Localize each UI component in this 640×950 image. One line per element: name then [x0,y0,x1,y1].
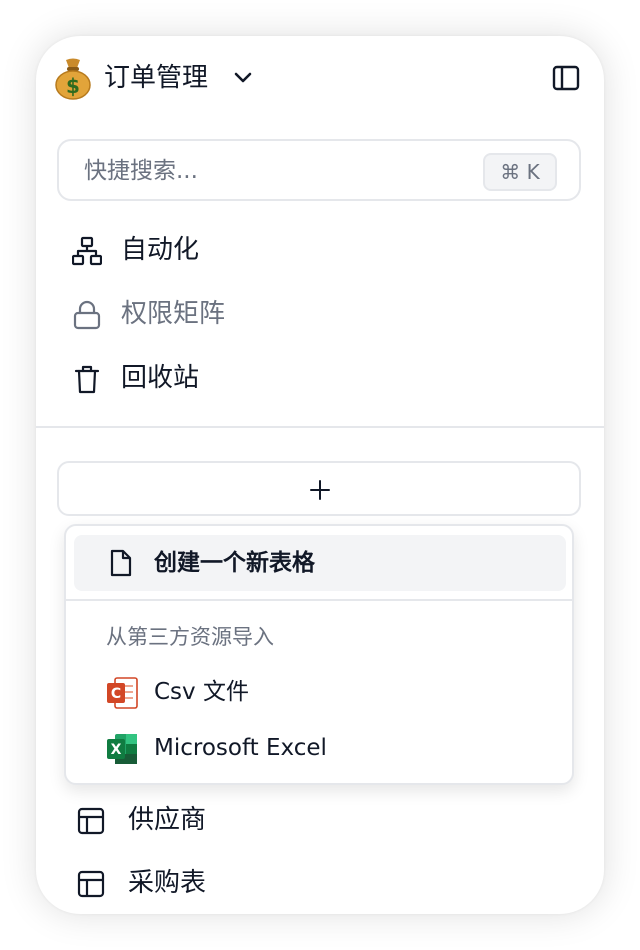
create-table-menu: 创建一个新表格 从第三方资源导入 C Csv 文件 X Microsoft Ex… [64,524,574,785]
add-table-button[interactable] [57,461,581,516]
svg-text:X: X [111,742,122,758]
money-bag-icon: $ [55,58,91,100]
import-csv-item[interactable]: C Csv 文件 [74,668,566,718]
nav-item-permissions[interactable]: 权限矩阵 [66,290,566,338]
section-divider [36,426,604,428]
import-section-heading: 从第三方资源导入 [106,625,274,649]
search-placeholder: 快捷搜索... [84,158,198,184]
lock-icon [73,300,101,330]
table-icon [77,807,105,835]
nav-label-permissions: 权限矩阵 [121,299,226,329]
excel-icon: X [107,734,137,764]
nav-item-trash[interactable]: 回收站 [66,354,566,402]
sidebar-toggle-icon[interactable] [550,62,582,94]
sitemap-icon [72,236,102,266]
create-new-table-item[interactable]: 创建一个新表格 [74,535,566,591]
nav-label-trash: 回收站 [121,363,200,393]
import-csv-label: Csv 文件 [154,679,249,705]
svg-text:C: C [111,686,121,702]
nav-label-automation: 自动化 [121,235,200,265]
sidebar-header: $ 订单管理 [36,36,604,120]
chevron-down-icon[interactable] [232,66,254,88]
file-icon [110,549,132,577]
table-label-purchases: 采购表 [128,868,207,898]
table-icon [77,870,105,898]
svg-text:$: $ [66,74,80,98]
plus-icon [310,480,330,500]
import-excel-label: Microsoft Excel [154,735,327,761]
search-input[interactable]: 快捷搜索... ⌘ K [57,139,581,201]
nav-item-automation[interactable]: 自动化 [66,226,566,274]
import-excel-item[interactable]: X Microsoft Excel [74,724,566,774]
create-new-table-label: 创建一个新表格 [154,550,315,576]
sidebar-panel: $ 订单管理 快捷搜索... ⌘ K 自动化 权限矩阵 回收站 供应商 采购表 … [36,36,604,914]
search-shortcut-badge: ⌘ K [483,153,557,191]
workspace-name[interactable]: 订单管理 [104,60,208,96]
table-item-suppliers[interactable]: 供应商 [72,796,572,844]
trash-icon [74,365,100,394]
table-label-suppliers: 供应商 [128,805,207,835]
table-item-purchases[interactable]: 采购表 [72,859,572,907]
csv-file-icon: C [107,677,138,709]
menu-divider [66,599,572,601]
